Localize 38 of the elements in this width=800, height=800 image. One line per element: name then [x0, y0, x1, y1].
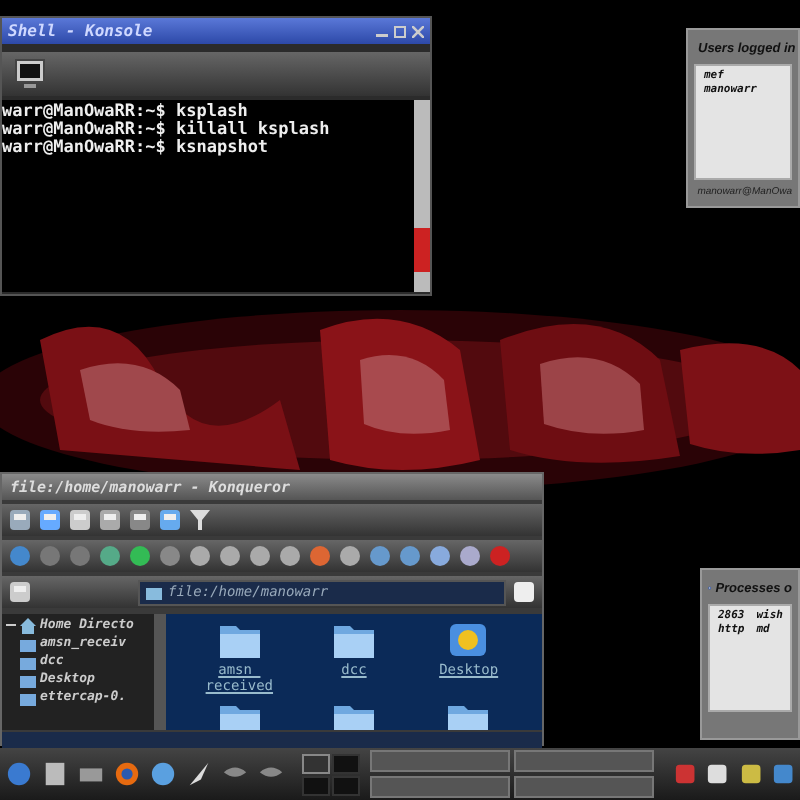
clear-icon[interactable] [8, 580, 32, 604]
desktop-pager-cell[interactable] [332, 775, 361, 795]
collapse-icon[interactable] [6, 620, 16, 630]
toolbar-icon[interactable] [188, 544, 212, 568]
scrollbar[interactable] [414, 100, 430, 292]
toolbar-icon[interactable] [128, 544, 152, 568]
filter-icon[interactable] [188, 508, 212, 532]
toolbar-icon[interactable] [218, 544, 242, 568]
go-icon[interactable] [512, 580, 536, 604]
desktop-pager-cell[interactable] [302, 775, 331, 795]
toolbar-icon[interactable] [278, 544, 302, 568]
terminal-line: warr@ManOwaRR:~$ ksnapshot [2, 140, 271, 158]
maximize-icon[interactable] [394, 25, 406, 37]
window-title: Shell - Konsole [8, 22, 153, 40]
toolbar-icon[interactable] [38, 508, 62, 532]
toolbar-icon[interactable] [158, 508, 182, 532]
toolbar-icon[interactable] [128, 508, 152, 532]
toolbar-icon[interactable] [68, 508, 92, 532]
home-icon [20, 617, 36, 633]
browser-icon[interactable] [114, 760, 141, 788]
toolbar-icon[interactable] [98, 508, 122, 532]
tray-icon[interactable] [706, 762, 730, 786]
toolbar-icon[interactable] [98, 544, 122, 568]
globe-icon[interactable] [150, 760, 177, 788]
close-icon[interactable] [412, 25, 424, 37]
tray-icon[interactable] [739, 762, 762, 786]
desktop-pager-cell[interactable] [302, 753, 331, 773]
toolbar-icon[interactable] [428, 544, 452, 568]
launcher-icon[interactable] [6, 760, 33, 788]
terminal-line: warr@ManOwaRR:~$ ksplash [2, 104, 250, 122]
terminal-line: warr@ManOwaRR:~$ killall ksplash [2, 122, 332, 140]
desktop-pager-cell[interactable] [332, 753, 361, 773]
toolbar-icon[interactable] [8, 508, 32, 532]
folder-icon [146, 584, 162, 600]
toolbar-icon[interactable] [458, 544, 482, 568]
quill-icon[interactable] [186, 760, 213, 788]
toolbar-icon[interactable] [248, 544, 272, 568]
toolbar-icon[interactable] [338, 544, 362, 568]
